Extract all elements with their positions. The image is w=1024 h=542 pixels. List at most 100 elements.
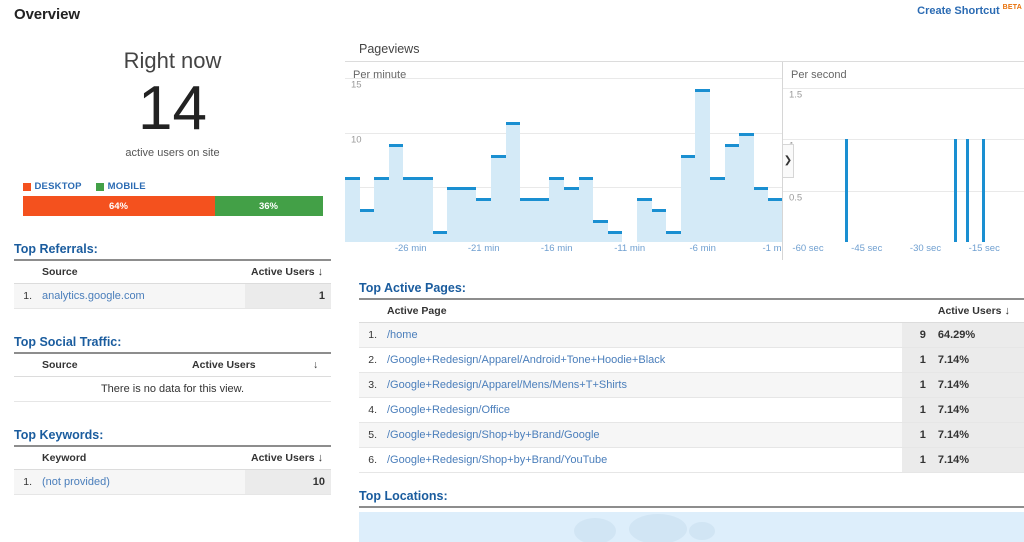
active-users-header[interactable]: Active Users ↓ bbox=[931, 300, 1024, 323]
bar[interactable] bbox=[432, 231, 448, 242]
top-social-section: Top Social Traffic: Source Active Users … bbox=[14, 335, 331, 403]
chevron-right-icon[interactable]: ❯ bbox=[782, 143, 794, 178]
table-row: 4. /Google+Redesign/Office 1 7.14% bbox=[359, 397, 1024, 423]
row-page[interactable]: /Google+Redesign/Office bbox=[381, 397, 902, 423]
bar-cap bbox=[607, 231, 623, 235]
bar[interactable] bbox=[403, 176, 418, 242]
legend-swatch-icon bbox=[22, 182, 31, 191]
gridline bbox=[783, 139, 1024, 141]
legend-swatch-icon bbox=[95, 182, 104, 191]
row-page[interactable]: /Google+Redesign/Shop+by+Brand/YouTube bbox=[381, 447, 902, 473]
bar[interactable] bbox=[724, 143, 740, 242]
bar[interactable] bbox=[388, 143, 404, 242]
right-now-panel: Right now 14 active users on site bbox=[0, 30, 345, 159]
create-shortcut-label: Create Shortcut bbox=[917, 5, 1000, 17]
index-header bbox=[359, 300, 381, 323]
row-page[interactable]: /Google+Redesign/Apparel/Android+Tone+Ho… bbox=[381, 347, 902, 373]
row-active-users: 9 bbox=[901, 322, 932, 348]
bar[interactable] bbox=[651, 209, 667, 242]
bar[interactable] bbox=[710, 176, 725, 242]
row-page[interactable]: /Google+Redesign/Apparel/Mens/Mens+T+Shi… bbox=[381, 372, 902, 398]
bar[interactable] bbox=[564, 187, 579, 242]
source-link[interactable]: analytics.google.com bbox=[42, 290, 145, 302]
active-users-header-label: Active Users bbox=[937, 305, 1002, 317]
bar[interactable] bbox=[374, 176, 389, 242]
bar[interactable] bbox=[578, 176, 594, 242]
bar[interactable] bbox=[520, 198, 535, 242]
device-bar-segment[interactable]: 64% bbox=[22, 196, 215, 217]
active-users-header[interactable]: Active Users bbox=[140, 354, 307, 378]
bar[interactable] bbox=[461, 187, 477, 242]
source-header[interactable]: Source bbox=[36, 261, 245, 285]
bar[interactable] bbox=[345, 176, 360, 242]
row-keyword[interactable]: (not provided) bbox=[36, 469, 245, 496]
bar-cap bbox=[505, 122, 521, 125]
create-shortcut-button[interactable]: Create Shortcut BETA bbox=[917, 4, 1022, 17]
bar[interactable] bbox=[637, 198, 652, 242]
bar[interactable] bbox=[505, 122, 521, 242]
keyword-header[interactable]: Keyword bbox=[36, 447, 245, 471]
per-second-chart[interactable]: Per second 0.511.5-60 sec-45 sec-30 sec-… bbox=[783, 62, 1024, 260]
top-keywords-section: Top Keywords: Keyword Active Users ↓ 1. (… bbox=[14, 428, 331, 496]
page-title: Overview bbox=[14, 6, 80, 23]
bar[interactable] bbox=[954, 139, 958, 242]
row-page[interactable]: /Google+Redesign/Shop+by+Brand/Google bbox=[381, 422, 902, 448]
page-link[interactable]: /Google+Redesign/Office bbox=[387, 404, 510, 416]
bar[interactable] bbox=[666, 231, 681, 242]
bar[interactable] bbox=[418, 176, 433, 242]
bar-cap bbox=[491, 154, 506, 158]
bar[interactable] bbox=[844, 139, 848, 242]
page-link[interactable]: /Google+Redesign/Shop+by+Brand/Google bbox=[387, 429, 600, 441]
page-link[interactable]: /Google+Redesign/Shop+by+Brand/YouTube bbox=[387, 454, 607, 466]
row-source[interactable]: analytics.google.com bbox=[36, 283, 245, 310]
locations-map[interactable] bbox=[359, 512, 1024, 542]
source-header[interactable]: Source bbox=[36, 354, 141, 378]
gridline bbox=[783, 87, 1024, 89]
table-row: 1. /home 9 64.29% bbox=[359, 322, 1024, 348]
bar[interactable] bbox=[981, 139, 985, 242]
row-active-users: 1 bbox=[901, 397, 932, 423]
bar-cap bbox=[403, 176, 418, 180]
row-percent: 64.29% bbox=[931, 322, 1024, 348]
active-users-header[interactable]: Active Users ↓ bbox=[245, 447, 331, 471]
row-page[interactable]: /home bbox=[381, 322, 902, 348]
active-page-header[interactable]: Active Page bbox=[381, 300, 902, 323]
y-axis-tick-label: 1.5 bbox=[789, 89, 803, 101]
bar[interactable] bbox=[447, 187, 462, 242]
row-percent: 7.14% bbox=[931, 372, 1024, 398]
sort-desc-icon[interactable]: ↓ bbox=[307, 354, 331, 378]
bar[interactable] bbox=[966, 139, 970, 242]
per-minute-chart[interactable]: Per minute 51015-26 min-21 min-16 min-11… bbox=[345, 62, 783, 260]
keyword-link[interactable]: (not provided) bbox=[42, 476, 110, 488]
bar[interactable] bbox=[739, 132, 754, 242]
page-link[interactable]: /Google+Redesign/Apparel/Mens/Mens+T+Shi… bbox=[387, 379, 627, 391]
bar[interactable] bbox=[753, 187, 769, 242]
bar-cap bbox=[345, 176, 360, 180]
row-index: 5. bbox=[359, 422, 381, 448]
row-active-users: 1 bbox=[901, 347, 932, 373]
x-axis-tick-label: -1 min bbox=[762, 243, 782, 254]
bar[interactable] bbox=[593, 220, 608, 242]
legend-label: DESKTOP bbox=[34, 181, 82, 193]
bar[interactable] bbox=[695, 89, 710, 242]
active-users-count: 14 bbox=[138, 74, 207, 143]
row-active-users: 1 bbox=[901, 372, 932, 398]
page-link[interactable]: /home bbox=[387, 329, 418, 341]
bar[interactable] bbox=[768, 198, 782, 242]
page-link[interactable]: /Google+Redesign/Apparel/Android+Tone+Ho… bbox=[387, 354, 665, 366]
device-bar-segment[interactable]: 36% bbox=[214, 196, 323, 217]
bar[interactable] bbox=[491, 154, 506, 242]
legend-label: MOBILE bbox=[107, 181, 146, 193]
active-users-header[interactable]: Active Users ↓ bbox=[245, 261, 331, 285]
table-row: 6. /Google+Redesign/Shop+by+Brand/YouTube… bbox=[359, 447, 1024, 473]
bar[interactable] bbox=[549, 176, 564, 242]
bar[interactable] bbox=[534, 198, 550, 242]
bar[interactable] bbox=[607, 231, 623, 242]
table-header-row: Keyword Active Users ↓ bbox=[14, 447, 331, 471]
bar[interactable] bbox=[359, 209, 375, 242]
top-locations-title: Top Locations: bbox=[359, 489, 1024, 508]
y-axis-tick-label: 10 bbox=[351, 134, 362, 146]
bar[interactable] bbox=[476, 198, 491, 242]
row-active-users: 1 bbox=[901, 422, 932, 448]
bar[interactable] bbox=[680, 154, 696, 242]
